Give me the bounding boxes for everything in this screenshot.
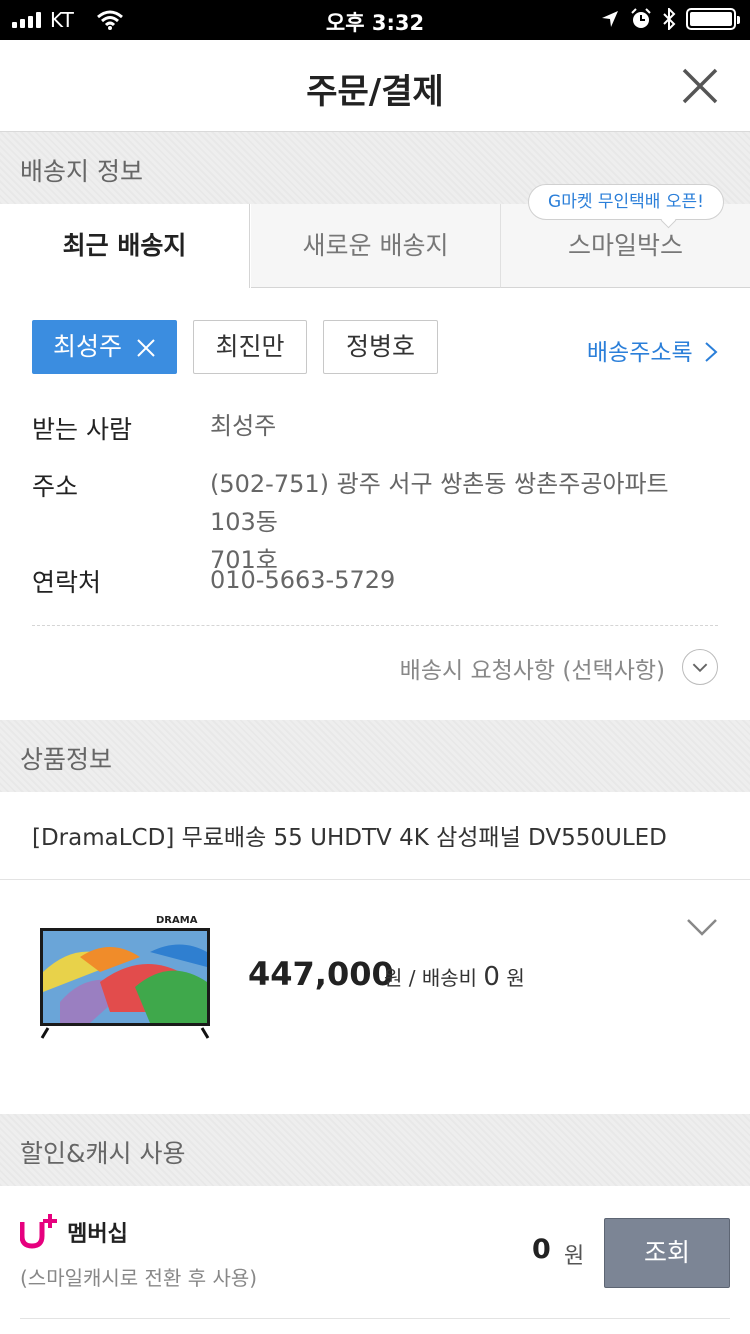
shipping-fee: 0 <box>483 962 500 992</box>
price-details: 원 / 배송비 0 원 <box>384 962 525 992</box>
recipient-chip-selected[interactable]: 최성주 <box>32 320 177 374</box>
address-book-link[interactable]: 배송주소록 <box>587 333 718 367</box>
lookup-button[interactable]: 조회 <box>604 1218 730 1288</box>
page-title: 주문/결제 <box>306 72 444 112</box>
receiver-label: 받는 사람 <box>32 415 132 444</box>
discount-section-label: 할인&캐시 사용 <box>20 1139 186 1168</box>
product-title: [DramaLCD] 무료배송 55 UHDTV 4K 삼성패널 DV550UL… <box>32 825 667 851</box>
discount-section-header: 할인&캐시 사용 <box>0 1114 750 1186</box>
divider <box>0 879 750 880</box>
uplus-name: 멤버십 <box>67 1222 128 1247</box>
uplus-unit: 원 <box>564 1244 585 1269</box>
close-icon[interactable] <box>136 338 156 358</box>
close-icon[interactable] <box>680 66 720 106</box>
divider <box>20 1318 730 1319</box>
delivery-request-label[interactable]: 배송시 요청사항 (선택사항) <box>400 651 665 685</box>
divider <box>32 625 718 626</box>
location-arrow-icon <box>602 11 618 27</box>
recipient-chip-label: 최성주 <box>52 332 122 361</box>
alarm-icon <box>631 8 651 28</box>
address-label: 주소 <box>32 472 79 501</box>
price-unit: 원 / 배송비 <box>384 966 478 990</box>
address-line-1: (502-751) 광주 서구 쌍촌동 쌍촌주공아파트 103동 <box>210 470 669 536</box>
page-header: 주문/결제 <box>0 40 750 132</box>
address-book-label: 배송주소록 <box>586 340 693 366</box>
brand-label: DRAMA <box>156 915 198 926</box>
bluetooth-icon <box>663 8 676 30</box>
product-image: DRAMA <box>40 915 210 1039</box>
product-section-label: 상품정보 <box>20 745 113 774</box>
recipient-chip[interactable]: 최진만 <box>193 320 307 374</box>
contact-label: 연락처 <box>32 568 102 597</box>
shipping-section-label: 배송지 정보 <box>20 157 143 186</box>
tab-new-address[interactable]: 새로운 배송지 <box>251 204 500 288</box>
status-bar: KT 오후 3:32 <box>0 0 750 40</box>
product-price: 447,000 <box>248 955 394 993</box>
fee-unit: 원 <box>506 966 525 990</box>
battery-icon <box>686 8 740 30</box>
product-section-header: 상품정보 <box>0 720 750 792</box>
uplus-logo <box>19 1214 57 1249</box>
chevron-right-icon <box>705 342 718 362</box>
receiver-value: 최성주 <box>210 412 277 440</box>
uplus-amount: 0 <box>532 1234 551 1265</box>
tab-recent-address[interactable]: 최근 배송지 <box>0 204 250 288</box>
uplus-membership: 멤버십 <box>19 1212 128 1252</box>
recipient-chip[interactable]: 정병호 <box>323 320 438 374</box>
chevron-down-icon[interactable] <box>686 916 718 938</box>
smilebox-tooltip: G마켓 무인택배 오픈! <box>528 184 724 220</box>
contact-value: 010-5663-5729 <box>210 566 396 594</box>
chevron-down-icon[interactable] <box>682 649 718 685</box>
uplus-note: (스마일캐시로 전환 후 사용) <box>20 1266 258 1290</box>
